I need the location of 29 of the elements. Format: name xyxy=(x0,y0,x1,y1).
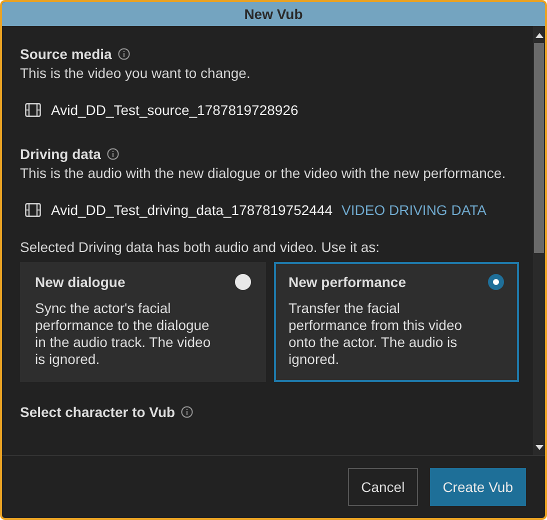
create-button[interactable]: Create Vub xyxy=(430,468,526,506)
scroll-up-icon[interactable] xyxy=(534,32,544,39)
section-heading: Source media xyxy=(20,46,112,62)
scrollbar-thumb[interactable] xyxy=(534,43,544,253)
cancel-button[interactable]: Cancel xyxy=(348,468,418,506)
file-name: Avid_DD_Test_driving_data_1787819752444 xyxy=(51,202,333,218)
file-name: Avid_DD_Test_source_1787819728926 xyxy=(51,102,298,118)
option-title: New dialogue xyxy=(35,274,126,290)
film-icon xyxy=(25,103,41,117)
scroll-down-icon[interactable] xyxy=(534,444,544,451)
option-title: New performance xyxy=(288,274,406,290)
window-title: New Vub xyxy=(244,6,303,22)
section-description: This is the audio with the new dialogue or the video with the new performance. xyxy=(20,164,507,182)
info-icon[interactable] xyxy=(106,148,119,160)
prompt-text: Selected Driving data has both audio and video. Use it as: xyxy=(20,238,381,256)
radio-button[interactable] xyxy=(488,274,504,290)
film-icon xyxy=(25,203,41,217)
option-description: Transfer the facial performance from this video onto the actor. The audio is ignored. xyxy=(288,300,464,368)
option-card[interactable]: New dialogue Sync the actor's facial performance to the dialogue in the audio track. The video is ignored. xyxy=(20,262,266,382)
option-card[interactable]: New performance Transfer the facial performance from this video onto the actor. The audio is ignored. xyxy=(274,262,519,382)
section-heading: Select character to Vub xyxy=(20,404,176,420)
media-type-label: VIDEO DRIVING DATA xyxy=(342,202,486,218)
info-icon[interactable] xyxy=(118,48,130,60)
section-heading: Driving data xyxy=(20,146,101,162)
info-icon[interactable] xyxy=(181,406,194,418)
radio-button[interactable] xyxy=(234,274,250,290)
option-description: Sync the actor's facial performance to the dialogue in the audio track. The video is ignored. xyxy=(35,300,212,368)
scrollbar[interactable] xyxy=(533,26,545,455)
section-description: This is the video you want to change. xyxy=(20,64,252,82)
